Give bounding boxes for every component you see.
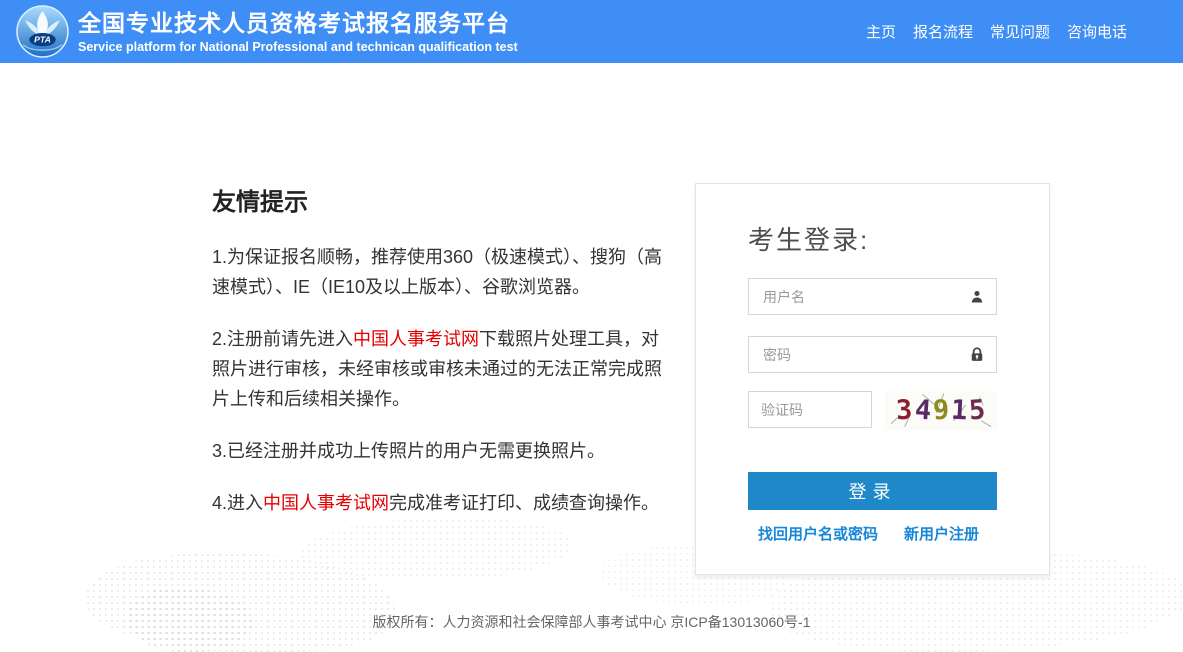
tips-section: 友情提示 1.为保证报名顺畅，推荐使用360（极速模式）、搜狗（高速模式）、IE… [212,182,675,540]
site-titles: 全国专业技术人员资格考试报名服务平台 Service platform for … [78,9,518,55]
captcha-row: 3 4 9 1 5 [748,391,997,430]
captcha-input[interactable] [748,391,872,428]
top-nav: 主页 报名流程 常见问题 咨询电话 [866,21,1183,42]
copyright-text: 版权所有：人力资源和社会保障部人事考试中心 京ICP备13013060号-1 [372,614,811,630]
password-field [748,336,997,373]
lock-icon [971,347,983,361]
tips-text: 3.已经注册并成功上传照片的用户无需更换照片。 [212,441,606,461]
nav-phone[interactable]: 咨询电话 [1067,21,1127,42]
password-input[interactable] [748,336,997,373]
captcha-digit-2: 9 [932,394,950,427]
captcha-digit-4: 5 [968,394,987,427]
tips-heading: 友情提示 [212,189,308,216]
tips-paragraph-3: 3.已经注册并成功上传照片的用户无需更换照片。 [212,436,675,466]
page: PTA 全国专业技术人员资格考试报名服务平台 Service platform … [0,0,1183,652]
user-icon [971,290,983,303]
tips-paragraph-2: 2.注册前请先进入中国人事考试网下载照片处理工具，对照片进行审核，未经审核或审核… [212,324,675,414]
china-personnel-exam-site-link[interactable]: 中国人事考试网 [353,329,479,349]
pta-logo-text: PTA [34,35,51,45]
login-heading: 考生登录: [748,225,870,255]
china-personnel-exam-site-link[interactable]: 中国人事考试网 [263,493,389,513]
world-map-pattern [85,552,395,652]
username-input[interactable] [748,278,997,315]
nav-home[interactable]: 主页 [866,21,896,42]
captcha-digit-0: 3 [895,394,914,427]
header: PTA 全国专业技术人员资格考试报名服务平台 Service platform … [0,0,1183,63]
tips-text: 完成准考证打印、成绩查询操作。 [389,493,660,513]
new-user-register-link[interactable]: 新用户注册 [904,523,979,544]
pta-logo-icon: PTA [16,5,69,58]
footer: 版权所有：人力资源和社会保障部人事考试中心 京ICP备13013060号-1 [0,612,1183,632]
login-panel: 考生登录: 3 4 [695,183,1050,575]
tips-paragraph-4: 4.进入中国人事考试网完成准考证打印、成绩查询操作。 [212,488,675,518]
brand: PTA 全国专业技术人员资格考试报名服务平台 Service platform … [0,5,518,58]
login-button[interactable]: 登录 [748,472,997,510]
login-links: 找回用户名或密码 新用户注册 [748,523,997,544]
captcha-digit-1: 4 [913,394,932,427]
tips-text: 4.进入 [212,493,264,513]
site-title: 全国专业技术人员资格考试报名服务平台 [78,9,510,36]
tips-text: 2.注册前请先进入 [212,329,354,349]
captcha-image[interactable]: 3 4 9 1 5 [885,391,997,430]
site-subtitle: Service platform for National Profession… [78,39,518,54]
tips-text: 1.为保证报名顺畅，推荐使用360（极速模式）、搜狗（高速模式）、IE（IE10… [212,247,663,297]
nav-registration-process[interactable]: 报名流程 [913,21,973,42]
forgot-credentials-link[interactable]: 找回用户名或密码 [758,523,878,544]
tips-paragraph-1: 1.为保证报名顺畅，推荐使用360（极速模式）、搜狗（高速模式）、IE（IE10… [212,242,675,302]
username-field [748,278,997,315]
nav-faq[interactable]: 常见问题 [990,21,1050,42]
